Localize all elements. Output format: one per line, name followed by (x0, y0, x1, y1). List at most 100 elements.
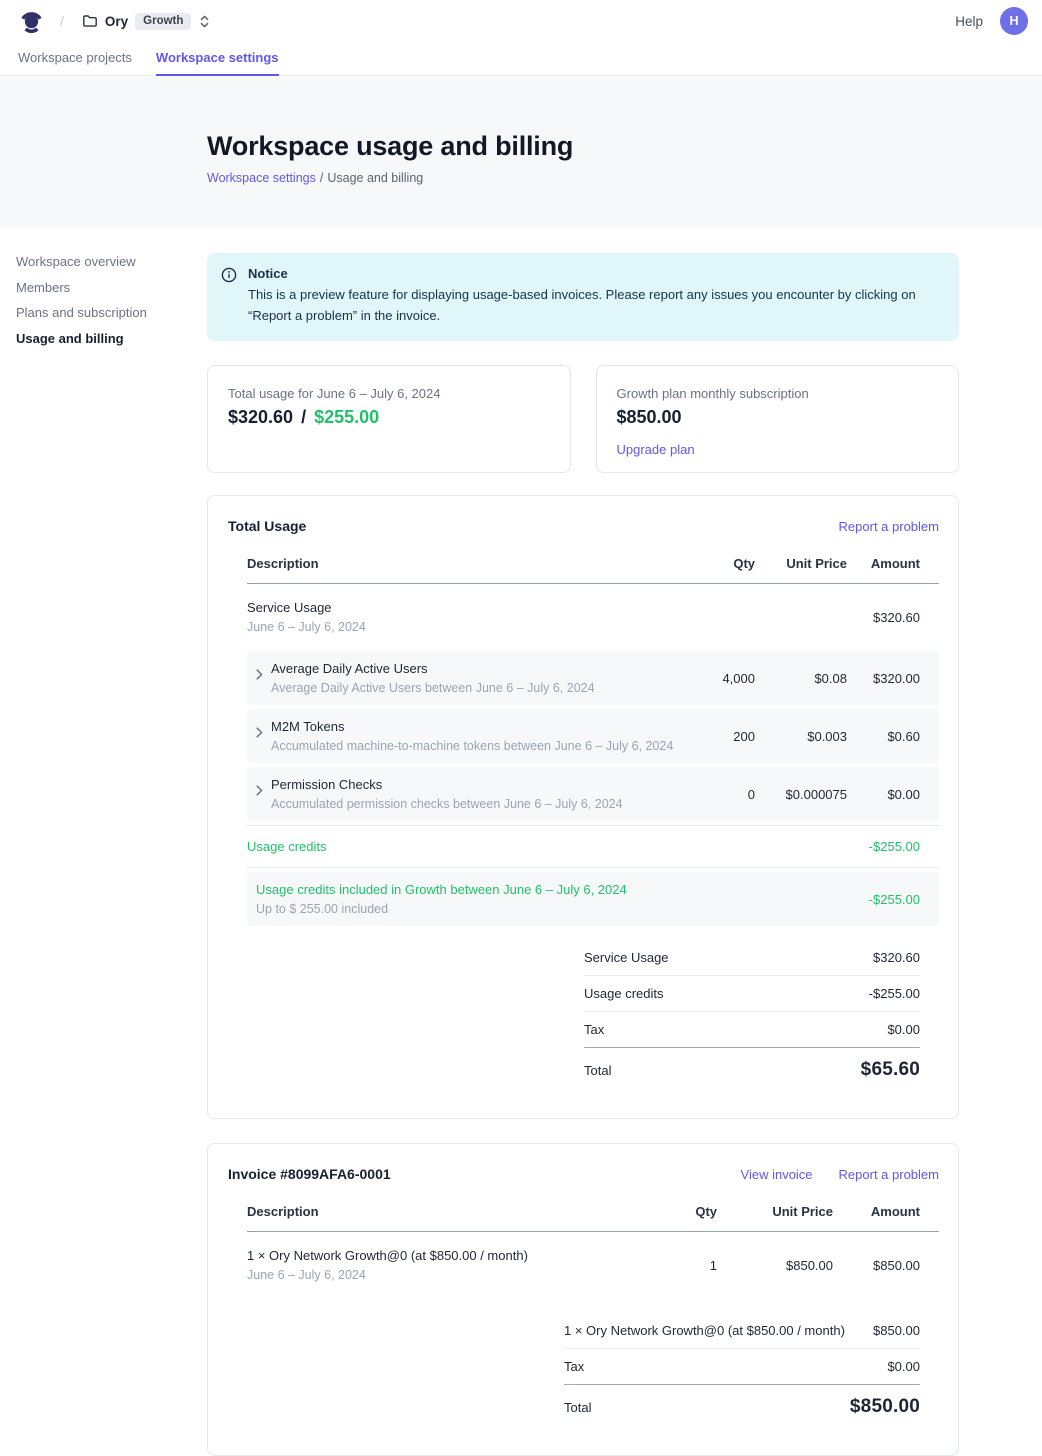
help-link[interactable]: Help (955, 14, 983, 29)
selector-icon (198, 14, 211, 29)
summary-row-total: Total $65.60 (584, 1047, 920, 1092)
summary-label: Service Usage (584, 950, 669, 965)
row-qty: 0 (685, 787, 755, 802)
row-text: Average Daily Active Users Average Daily… (271, 661, 595, 695)
summary-value: $320.60 (873, 950, 920, 965)
row-amount: -$255.00 (847, 892, 939, 907)
row-title: M2M Tokens (271, 719, 673, 734)
row-title: Service Usage (247, 600, 847, 615)
breadcrumb-current: Usage and billing (327, 171, 423, 185)
plan-label: Growth plan monthly subscription (617, 386, 939, 401)
row-qty: 1 (657, 1258, 717, 1273)
usage-summary: Service Usage $320.60 Usage credits -$25… (584, 940, 939, 1092)
summary-value: $850.00 (850, 1396, 920, 1418)
invoice-card: Invoice #8099AFA6-0001 View invoice Repo… (207, 1143, 959, 1456)
row-title: Permission Checks (271, 777, 623, 792)
settings-sidebar: Workspace overview Members Plans and sub… (16, 255, 186, 357)
sidebar-item-plans-and-subscription[interactable]: Plans and subscription (16, 306, 186, 319)
row-subtitle: Up to $ 255.00 included (256, 902, 627, 916)
chevron-right-icon[interactable] (256, 777, 263, 796)
total-usage-table-card: Total Usage Report a problem Description… (207, 495, 959, 1119)
col-qty: Qty (657, 1204, 717, 1219)
content-layout: Workspace overview Members Plans and sub… (0, 228, 1042, 1456)
row-amount: $320.00 (847, 671, 939, 686)
summary-value: $0.00 (887, 1022, 920, 1037)
top-bar: / Ory Growth Help H (0, 0, 1042, 42)
table-row-average-daily-active-users: Average Daily Active Users Average Daily… (247, 651, 939, 705)
row-text: Permission Checks Accumulated permission… (271, 777, 623, 811)
col-description: Description (247, 1204, 657, 1219)
row-title: Usage credits included in Growth between… (256, 882, 627, 897)
stat-cards: Total usage for June 6 – July 6, 2024 $3… (207, 365, 959, 473)
workspace-switcher[interactable]: Ory Growth (82, 13, 212, 30)
row-description: Usage credits (247, 839, 847, 854)
tab-workspace-projects[interactable]: Workspace projects (18, 42, 132, 76)
summary-row-line-item: 1 × Ory Network Growth@0 (at $850.00 / m… (564, 1313, 920, 1349)
breadcrumb-link-workspace-settings[interactable]: Workspace settings (207, 171, 316, 185)
summary-value: $0.00 (887, 1359, 920, 1374)
workspace-tab-bar: Workspace projects Workspace settings (0, 42, 1042, 76)
table-row-permission-checks: Permission Checks Accumulated permission… (247, 767, 939, 821)
ory-logo-icon[interactable] (18, 8, 44, 34)
row-unit-price: $850.00 (717, 1258, 833, 1273)
report-a-problem-link[interactable]: Report a problem (839, 1167, 939, 1182)
col-qty: Qty (685, 556, 755, 571)
row-qty: 200 (685, 729, 755, 744)
page-title: Workspace usage and billing (207, 131, 1042, 162)
sidebar-item-usage-and-billing[interactable]: Usage and billing (16, 332, 186, 345)
row-amount: -$255.00 (847, 839, 939, 854)
sidebar-item-workspace-overview[interactable]: Workspace overview (16, 255, 186, 268)
row-description: Service Usage June 6 – July 6, 2024 (247, 600, 847, 634)
tab-workspace-settings[interactable]: Workspace settings (156, 42, 279, 76)
col-amount: Amount (847, 556, 939, 571)
summary-label: Tax (584, 1022, 604, 1037)
row-amount: $850.00 (833, 1258, 939, 1273)
usage-used-amount: $320.60 (228, 407, 293, 427)
row-description: Usage credits included in Growth between… (247, 882, 847, 916)
summary-label: Usage credits (584, 986, 663, 1001)
breadcrumb-separator: / (320, 171, 323, 185)
main-content: Notice This is a preview feature for dis… (207, 228, 959, 1456)
avatar[interactable]: H (1000, 7, 1028, 35)
workspace-name: Ory (105, 14, 128, 29)
row-text: Usage credits included in Growth between… (256, 882, 627, 916)
notice-body: This is a preview feature for displaying… (248, 285, 943, 326)
row-description: 1 × Ory Network Growth@0 (at $850.00 / m… (247, 1248, 657, 1282)
sidebar-item-members[interactable]: Members (16, 281, 186, 294)
invoice-title: Invoice #8099AFA6-0001 (228, 1166, 391, 1182)
upgrade-plan-link[interactable]: Upgrade plan (617, 442, 695, 457)
row-subtitle: Accumulated machine-to-machine tokens be… (271, 739, 673, 753)
total-usage-value: $320.60 / $255.00 (228, 407, 550, 428)
col-amount: Amount (833, 1204, 939, 1219)
row-text: M2M Tokens Accumulated machine-to-machin… (271, 719, 673, 753)
row-description: Average Daily Active Users Average Daily… (247, 661, 685, 695)
row-unit-price: $0.000075 (755, 787, 847, 802)
summary-label: 1 × Ory Network Growth@0 (at $850.00 / m… (564, 1323, 845, 1338)
page-header: Workspace usage and billing Workspace se… (0, 76, 1042, 228)
summary-label: Total (584, 1063, 611, 1078)
row-amount: $0.60 (847, 729, 939, 744)
view-invoice-link[interactable]: View invoice (741, 1167, 813, 1182)
chevron-right-icon[interactable] (256, 719, 263, 738)
usage-included-amount: $255.00 (314, 407, 379, 427)
row-title: Average Daily Active Users (271, 661, 595, 676)
row-subtitle: June 6 – July 6, 2024 (247, 1268, 657, 1282)
usage-separator: / (301, 407, 306, 427)
row-unit-price: $0.08 (755, 671, 847, 686)
row-title: 1 × Ory Network Growth@0 (at $850.00 / m… (247, 1248, 657, 1263)
folder-icon (82, 13, 98, 29)
summary-row-total: Total $850.00 (564, 1384, 920, 1429)
row-description: M2M Tokens Accumulated machine-to-machin… (247, 719, 685, 753)
chevron-right-icon[interactable] (256, 661, 263, 680)
row-unit-price: $0.003 (755, 729, 847, 744)
usage-card-title: Total Usage (228, 518, 306, 534)
row-amount: $0.00 (847, 787, 939, 802)
summary-value: -$255.00 (869, 986, 920, 1001)
usage-table-header: Description Qty Unit Price Amount (247, 556, 939, 584)
report-a-problem-link[interactable]: Report a problem (839, 519, 939, 534)
row-subtitle: June 6 – July 6, 2024 (247, 620, 847, 634)
invoice-line-item: 1 × Ory Network Growth@0 (at $850.00 / m… (247, 1232, 939, 1295)
table-row-usage-credits-included: Usage credits included in Growth between… (247, 872, 939, 926)
summary-value: $65.60 (861, 1059, 920, 1081)
usage-table: Description Qty Unit Price Amount Servic… (247, 556, 939, 1092)
